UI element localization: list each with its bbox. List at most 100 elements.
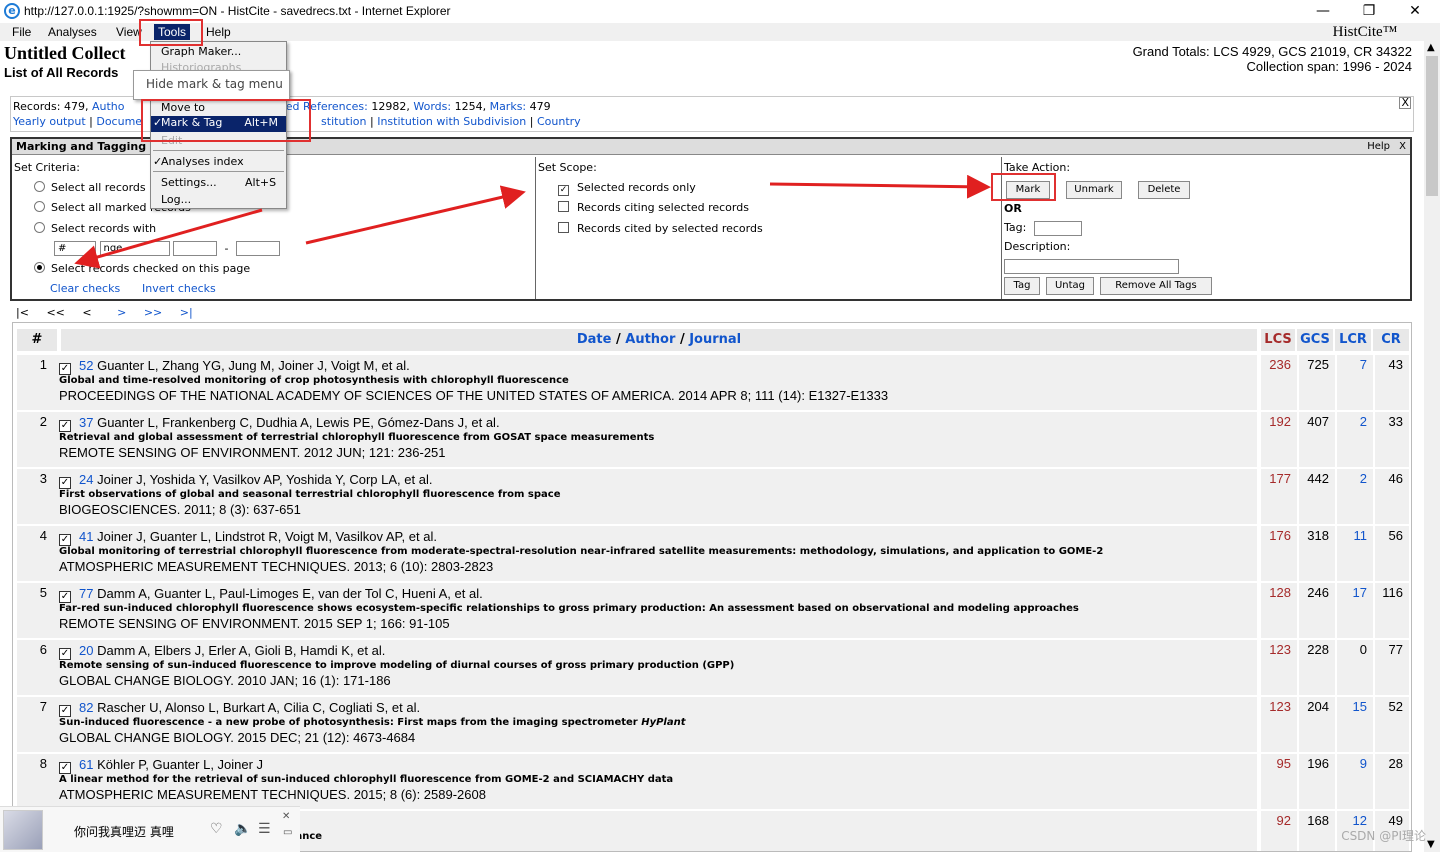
record-lcr[interactable]: 2 bbox=[1337, 471, 1367, 486]
record-lcs[interactable]: 123 bbox=[1261, 699, 1291, 714]
radio-button[interactable] bbox=[34, 181, 45, 192]
close-icon[interactable]: ✕ bbox=[1392, 1, 1438, 22]
record-checkbox[interactable]: ✓ bbox=[59, 648, 71, 660]
record-lcs[interactable]: 128 bbox=[1261, 585, 1291, 600]
document-type-link[interactable]: Docume bbox=[96, 115, 142, 128]
record-checkbox[interactable]: ✓ bbox=[59, 534, 71, 546]
sort-by-date-link[interactable]: Date bbox=[577, 332, 612, 347]
description-input[interactable] bbox=[1004, 259, 1179, 274]
last-page-button[interactable]: >| bbox=[180, 306, 193, 319]
field-select[interactable]: # bbox=[54, 241, 96, 256]
record-id-link[interactable]: 77 bbox=[79, 586, 93, 601]
record-id-link[interactable]: 61 bbox=[79, 757, 93, 772]
untag-button[interactable]: Untag bbox=[1046, 277, 1094, 295]
menu-help[interactable]: Help bbox=[202, 24, 235, 40]
clear-checks-link[interactable]: Clear checks bbox=[50, 282, 120, 295]
maximize-icon[interactable]: ❐ bbox=[1346, 1, 1392, 22]
institution-subdivision-link[interactable]: Institution with Subdivision bbox=[377, 115, 526, 128]
menu-log[interactable]: Log... bbox=[161, 193, 191, 206]
heart-icon[interactable]: ♡ bbox=[210, 821, 223, 837]
operator-select[interactable]: nge bbox=[99, 241, 170, 256]
remove-all-tags-button[interactable]: Remove All Tags bbox=[1100, 277, 1212, 295]
infobar-close-button[interactable]: X bbox=[1399, 97, 1411, 109]
record-checkbox[interactable]: ✓ bbox=[59, 591, 71, 603]
radio-button-selected[interactable] bbox=[34, 262, 45, 273]
prev-block-button[interactable]: << bbox=[46, 306, 64, 319]
record-id-link[interactable]: 24 bbox=[79, 472, 93, 487]
record-lcr[interactable]: 2 bbox=[1337, 414, 1367, 429]
record-lcs[interactable]: 192 bbox=[1261, 414, 1291, 429]
playlist-icon[interactable]: ☰ bbox=[258, 821, 271, 837]
record-lcs[interactable]: 236 bbox=[1261, 357, 1291, 372]
next-block-button[interactable]: >> bbox=[144, 306, 162, 319]
scroll-down-icon[interactable]: ▼ bbox=[1427, 839, 1435, 850]
record-id-link[interactable]: 37 bbox=[79, 415, 93, 430]
first-page-button[interactable]: |< bbox=[16, 306, 29, 319]
tag-button[interactable]: Tag bbox=[1004, 277, 1040, 295]
record-checkbox[interactable]: ✓ bbox=[59, 420, 71, 432]
record-lcs[interactable]: 123 bbox=[1261, 642, 1291, 657]
record-lcs[interactable]: 92 bbox=[1261, 813, 1291, 828]
checkbox[interactable] bbox=[558, 222, 569, 233]
prev-page-button[interactable]: < bbox=[82, 306, 91, 319]
authors-link[interactable]: Autho bbox=[92, 100, 125, 113]
yearly-output-link[interactable]: Yearly output bbox=[13, 115, 86, 128]
words-link[interactable]: Words: bbox=[413, 100, 451, 113]
menu-analyses[interactable]: Analyses bbox=[44, 24, 101, 40]
minimize-icon[interactable]: — bbox=[1300, 1, 1346, 22]
marking-close-button[interactable]: X bbox=[1399, 139, 1406, 154]
marking-help-link[interactable]: Help bbox=[1367, 139, 1390, 154]
record-id-link[interactable]: 52 bbox=[79, 358, 93, 373]
record-lcr[interactable]: 15 bbox=[1337, 699, 1367, 714]
scope-cited-records[interactable]: Records cited by selected records bbox=[558, 222, 763, 235]
scope-selected-only[interactable]: ✓ Selected records only bbox=[558, 181, 696, 196]
next-page-button[interactable]: > bbox=[117, 306, 126, 319]
institution-link[interactable]: stitution bbox=[321, 115, 366, 128]
sort-by-journal-link[interactable]: Journal bbox=[689, 332, 741, 347]
record-id-link[interactable]: 20 bbox=[79, 643, 93, 658]
radio-button[interactable] bbox=[34, 222, 45, 233]
delete-button[interactable]: Delete bbox=[1138, 181, 1190, 199]
volume-icon[interactable]: 🔈 bbox=[234, 821, 251, 837]
scroll-up-icon[interactable]: ▲ bbox=[1427, 42, 1435, 53]
sort-by-gcs-link[interactable]: GCS bbox=[1297, 329, 1333, 351]
criteria-all-records[interactable]: Select all records bbox=[34, 181, 146, 194]
menu-graph-maker[interactable]: Graph Maker... bbox=[161, 45, 241, 58]
hide-mark-tag-menu[interactable]: Hide mark & tag menu bbox=[133, 70, 290, 100]
menu-settings[interactable]: Settings... Alt+S bbox=[161, 176, 276, 189]
menu-analyses-index[interactable]: ✓ Analyses index bbox=[153, 155, 244, 168]
record-lcs[interactable]: 95 bbox=[1261, 756, 1291, 771]
record-lcr[interactable]: 17 bbox=[1337, 585, 1367, 600]
tag-input[interactable] bbox=[1034, 221, 1082, 236]
record-lcs[interactable]: 177 bbox=[1261, 471, 1291, 486]
marks-link[interactable]: Marks: bbox=[490, 100, 527, 113]
sort-by-lcs-link[interactable]: LCS bbox=[1261, 329, 1295, 351]
menu-file[interactable]: File bbox=[8, 24, 35, 40]
range-from-input[interactable] bbox=[173, 241, 217, 256]
record-lcr[interactable]: 0 bbox=[1337, 642, 1367, 657]
record-lcr[interactable]: 12 bbox=[1337, 813, 1367, 828]
checkbox-checked[interactable]: ✓ bbox=[558, 185, 569, 196]
record-lcr[interactable]: 7 bbox=[1337, 357, 1367, 372]
sort-by-author-link[interactable]: Author bbox=[625, 332, 675, 347]
record-id-link[interactable]: 41 bbox=[79, 529, 93, 544]
minimize-icon[interactable]: ▭ bbox=[283, 827, 292, 838]
sort-by-cr-link[interactable]: CR bbox=[1373, 329, 1409, 351]
criteria-records-with[interactable]: Select records with bbox=[34, 222, 156, 235]
vertical-scrollbar[interactable]: ▲ ▼ bbox=[1424, 40, 1440, 852]
record-checkbox[interactable]: ✓ bbox=[59, 762, 71, 774]
range-to-input[interactable] bbox=[235, 241, 280, 256]
record-lcs[interactable]: 176 bbox=[1261, 528, 1291, 543]
invert-checks-link[interactable]: Invert checks bbox=[142, 282, 216, 295]
criteria-checked-records[interactable]: Select records checked on this page bbox=[34, 262, 250, 275]
scroll-thumb[interactable] bbox=[1426, 56, 1438, 196]
record-id-link[interactable]: 82 bbox=[79, 700, 93, 715]
country-link[interactable]: Country bbox=[537, 115, 581, 128]
checkbox[interactable] bbox=[558, 201, 569, 212]
record-lcr[interactable]: 11 bbox=[1337, 528, 1368, 543]
record-checkbox[interactable]: ✓ bbox=[59, 363, 71, 375]
scope-citing-records[interactable]: Records citing selected records bbox=[558, 201, 749, 214]
unmark-button[interactable]: Unmark bbox=[1066, 181, 1122, 199]
record-checkbox[interactable]: ✓ bbox=[59, 477, 71, 489]
record-lcr[interactable]: 9 bbox=[1337, 756, 1367, 771]
